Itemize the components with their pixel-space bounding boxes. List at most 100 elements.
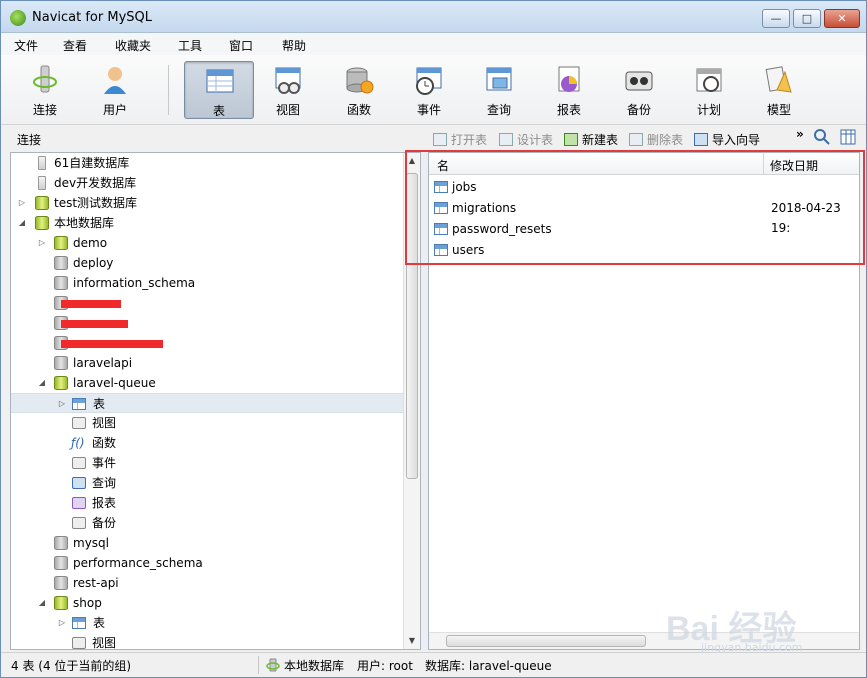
table-icon <box>72 617 86 629</box>
tree-item[interactable]: ◢ laravel-queue <box>11 373 403 393</box>
database-icon <box>54 556 68 570</box>
menu-view[interactable]: 查看 <box>63 37 87 54</box>
toolbar-connect-button[interactable]: 连接 <box>14 61 76 119</box>
search-button[interactable] <box>814 129 830 148</box>
tree-item-label: information_schema <box>73 276 196 290</box>
tree-item[interactable]: deploy <box>11 253 403 273</box>
connection-tree: 61自建数据库 dev开发数据库 ▷ test测试数据库 ◢ 本地数据库 ▷ demo… <box>10 152 421 650</box>
import-wizard-button[interactable]: 导入向导 <box>694 131 760 148</box>
collapse-icon[interactable]: ◢ <box>37 373 47 393</box>
menu-file[interactable]: 文件 <box>14 37 38 54</box>
toolbar-backup-button[interactable]: 备份 <box>608 61 670 119</box>
redaction-mark <box>61 300 121 308</box>
expand-icon[interactable]: ▷ <box>37 233 47 253</box>
tree-item[interactable]: 报表 <box>11 493 403 513</box>
toolbar-function-label: 函数 <box>346 103 371 117</box>
database-icon <box>54 356 68 370</box>
expand-icon[interactable]: ▷ <box>57 613 67 633</box>
tree-item-label: 61自建数据库 <box>54 156 130 170</box>
menu-favorites[interactable]: 收藏夹 <box>115 37 151 54</box>
close-button[interactable]: ✕ <box>824 9 860 28</box>
schedule-icon <box>693 64 725 96</box>
tree-item[interactable]: laravelapi <box>11 353 403 373</box>
tree-item[interactable]: 视图 <box>11 633 403 649</box>
table-icon <box>204 65 236 97</box>
tree-item[interactable]: 备份 <box>11 513 403 533</box>
import-wizard-label: 导入向导 <box>712 133 761 147</box>
query-icon <box>483 64 515 96</box>
collapse-icon[interactable]: ◢ <box>17 213 27 233</box>
status-separator <box>258 656 259 674</box>
function-icon: ƒ() <box>71 436 85 450</box>
tree-item[interactable]: mysql <box>11 533 403 553</box>
tree-item-label: performance_schema <box>73 556 203 570</box>
tree-item[interactable]: performance_schema <box>11 553 403 573</box>
toolbar-query-button[interactable]: 查询 <box>468 61 530 119</box>
minimize-button[interactable]: — <box>762 9 790 28</box>
tree-item-label: dev开发数据库 <box>54 176 137 190</box>
menu-window[interactable]: 窗口 <box>229 37 253 54</box>
database-open-icon <box>54 596 68 610</box>
tree-item[interactable]: rest-api <box>11 573 403 593</box>
toolbar-schedule-button[interactable]: 计划 <box>678 61 740 119</box>
expand-icon[interactable]: ▷ <box>17 193 27 213</box>
database-icon <box>54 276 68 290</box>
expand-icon[interactable]: ▷ <box>57 394 67 414</box>
tree-item[interactable]: ◢ shop <box>11 593 403 613</box>
watermark-url: jingyan.baidu.com <box>701 641 803 654</box>
tree-item-label: 报表 <box>92 496 117 510</box>
tree-item[interactable]: 事件 <box>11 453 403 473</box>
toolbar-report-button[interactable]: 报表 <box>538 61 600 119</box>
menu-tools[interactable]: 工具 <box>178 37 202 54</box>
tree-item[interactable] <box>11 333 403 353</box>
tree-item[interactable]: 61自建数据库 <box>11 153 403 173</box>
toolbar-user-label: 用户 <box>102 103 127 117</box>
scroll-thumb[interactable] <box>446 635 646 647</box>
design-table-button[interactable]: 设计表 <box>499 131 553 148</box>
tree-item[interactable]: ƒ() 函数 <box>11 433 403 453</box>
open-table-button[interactable]: 打开表 <box>433 131 487 148</box>
tree-item[interactable] <box>11 313 403 333</box>
delete-table-label: 删除表 <box>647 133 684 147</box>
toolbar-event-button[interactable]: 事件 <box>398 61 460 119</box>
tree-item[interactable]: information_schema <box>11 273 403 293</box>
open-table-icon <box>433 133 447 146</box>
toolbar-function-button[interactable]: 函数 <box>328 61 390 119</box>
import-wizard-icon <box>694 133 708 146</box>
new-table-button[interactable]: 新建表 <box>564 131 618 148</box>
tree-item[interactable]: ▷ 表 <box>11 613 403 633</box>
toolbar-model-button[interactable]: 模型 <box>748 61 810 119</box>
tree-item[interactable]: ◢ 本地数据库 <box>11 213 403 233</box>
view-mode-button[interactable] <box>840 129 856 148</box>
tree-item[interactable]: ▷ demo <box>11 233 403 253</box>
status-bar: 4 表 (4 位于当前的组) 本地数据库 用户: root 数据库: larav… <box>1 652 866 677</box>
highlight-box <box>405 150 865 265</box>
toolbar-view-button[interactable]: 视图 <box>257 61 319 119</box>
delete-table-button[interactable]: 删除表 <box>629 131 683 148</box>
status-object-count: 4 表 (4 位于当前的组) <box>11 659 132 673</box>
query-icon <box>72 477 86 489</box>
function-icon <box>343 64 375 96</box>
collapse-icon[interactable]: ◢ <box>37 593 47 613</box>
tree-item-label: laravelapi <box>73 356 133 370</box>
tree-item[interactable]: dev开发数据库 <box>11 173 403 193</box>
tree-item[interactable]: 查询 <box>11 473 403 493</box>
more-actions-button[interactable]: » <box>796 127 804 141</box>
tree-item-selected[interactable]: ▷ 表 <box>11 393 403 413</box>
database-open-icon <box>54 236 68 250</box>
maximize-button[interactable]: □ <box>793 9 821 28</box>
navicat-logo-icon <box>10 10 26 26</box>
menu-help[interactable]: 帮助 <box>282 37 306 54</box>
tree-item-label: 函数 <box>92 436 117 450</box>
delete-table-icon <box>629 133 643 146</box>
open-table-label: 打开表 <box>451 133 488 147</box>
database-icon <box>54 256 68 270</box>
main-toolbar: 连接 用户 表 视图 函数 事件 查询 报表 备份 计划 模型 <box>1 55 866 125</box>
toolbar-table-button[interactable]: 表 <box>184 61 254 119</box>
toolbar-user-button[interactable]: 用户 <box>84 61 146 119</box>
tree-item[interactable]: ▷ test测试数据库 <box>11 193 403 213</box>
scroll-down-icon[interactable]: ▼ <box>404 633 420 649</box>
table-icon <box>72 398 86 410</box>
tree-item[interactable] <box>11 293 403 313</box>
tree-item[interactable]: 视图 <box>11 413 403 433</box>
